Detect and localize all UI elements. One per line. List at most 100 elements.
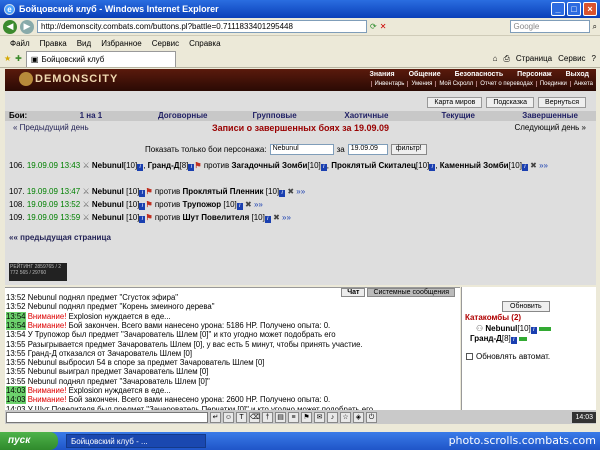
exit-icon[interactable]: ⏻ [366,411,377,423]
battle-log-link[interactable]: »» [282,213,291,222]
next-day-link[interactable]: Следующий день » [514,123,586,132]
start-button[interactable]: пуск [0,432,58,450]
nav-security[interactable]: Безопасность [448,71,511,78]
menu-edit[interactable]: Правка [40,39,67,48]
tab-1v1[interactable]: 1 на 1 [45,111,137,121]
music-icon[interactable]: ♪ [327,411,338,423]
player-name[interactable]: Nebunul [92,187,124,196]
smile-icon[interactable]: ☺ [223,411,234,423]
info-icon[interactable]: i [264,216,271,223]
chat-timestamp[interactable]: 14:03 [6,395,26,405]
send-icon[interactable]: ↵ [210,411,221,423]
refresh-button[interactable]: Обновить [502,301,550,312]
nav-knowledge[interactable]: Знания [362,71,401,78]
search-field[interactable]: Google [509,20,590,33]
star-icon[interactable]: ☆ [340,411,351,423]
player-name[interactable]: Nebunul [92,213,124,222]
chat-timestamp[interactable]: 13:55 [6,349,26,358]
subnav-scroll[interactable]: Мой Скролл [435,81,476,87]
tab-group[interactable]: Групповые [229,111,321,121]
close-icon[interactable]: × [583,2,597,16]
battle-log-link[interactable]: »» [254,200,263,209]
chat-timestamp[interactable]: 13:55 [6,367,26,376]
chat-timestamp[interactable]: 13:55 [6,340,26,349]
member-name[interactable]: Гранд-Д [470,334,502,343]
mail-icon[interactable]: ✉ [314,411,325,423]
taskbar-window[interactable]: Бойцовский клуб - ... [66,434,206,448]
info-icon[interactable]: i [279,190,286,197]
nav-exit[interactable]: Выход [559,71,596,78]
player-name[interactable]: Nebunul [92,161,124,170]
maximize-icon[interactable]: □ [567,2,581,16]
refresh-icon[interactable]: ⟳ [370,22,377,31]
menu-help[interactable]: Справка [189,39,220,48]
info-icon[interactable]: i [521,164,528,171]
menu-tools[interactable]: Сервис [152,39,179,48]
game-logo[interactable]: DEMONSCITY [19,72,118,86]
battle-log-link[interactable]: »» [296,187,305,196]
chat-timestamp[interactable]: 13:52 [6,293,26,302]
scroll-icon[interactable]: ≡ [288,411,299,423]
chat-timestamp[interactable]: 13:52 [6,302,26,311]
home-icon[interactable]: ⌂ [493,54,498,63]
shield-icon[interactable]: ◈ [353,411,364,423]
player-name[interactable]: Гранд-Д [148,161,180,170]
translit-icon[interactable]: T [236,411,247,423]
member-name[interactable]: Nebunul [485,324,517,333]
stop-icon[interactable]: ✕ [380,22,387,31]
prev-page-link[interactable]: «« предыдущая страница [9,233,111,242]
info-icon[interactable]: i [137,164,144,171]
forward-icon[interactable]: ▶ [20,19,34,34]
page-menu[interactable]: Страница [516,54,552,63]
chat-timestamp[interactable]: 13:54 [6,311,26,321]
back-icon[interactable]: ◀ [3,19,17,34]
chat-timestamp[interactable]: 13:55 [6,377,26,386]
chat-timestamp[interactable]: 13:55 [6,358,26,367]
info-icon[interactable]: i [429,164,436,171]
return-button[interactable]: Вернуться [538,97,586,108]
tab-current[interactable]: Текущие [412,111,504,121]
info-icon[interactable]: i [320,164,327,171]
browser-tab[interactable]: ▣ Бойцовский клуб [25,50,176,67]
auto-update-checkbox[interactable] [466,353,473,360]
player-name[interactable]: Nebunul [92,200,124,209]
menu-view[interactable]: Вид [77,39,91,48]
sword-icon[interactable]: † [262,411,273,423]
hint-button[interactable]: Подсказка [486,97,535,108]
nav-social[interactable]: Общение [402,71,448,78]
subnav-inventory[interactable]: Инвентарь [370,81,408,87]
menu-favorites[interactable]: Избранное [101,39,142,48]
chat-timestamp[interactable]: 13:54 [6,320,26,330]
tools-menu[interactable]: Сервис [558,54,585,63]
url-field[interactable]: http://demonscity.combats.com/buttons.pl… [37,20,367,33]
subnav-transfers[interactable]: Отчет о переводах [476,81,536,87]
info-icon[interactable]: i [236,203,243,210]
add-favorites-icon[interactable]: ✚ [15,54,22,63]
menu-file[interactable]: Файл [10,39,30,48]
subnav-battles[interactable]: Поединки [535,81,570,87]
tab-chaotic[interactable]: Хаотичные [320,111,412,121]
info-icon[interactable]: i [530,327,537,334]
nav-character[interactable]: Персонаж [510,71,558,78]
subnav-skills[interactable]: Умения [407,81,435,87]
filter-date-input[interactable]: 19.09.09 [347,144,388,155]
chat-input[interactable] [6,411,208,423]
rating-counter[interactable]: РЕЙТИНГ 2859765 / 2 772 565 / 29760 [9,263,67,281]
battle-log-link[interactable]: »» [539,161,548,170]
minimize-icon[interactable]: _ [551,2,565,16]
world-map-button[interactable]: Карта миров [427,97,483,108]
bag-icon[interactable]: ▤ [275,411,286,423]
subnav-profile[interactable]: Анкета [569,81,596,87]
print-icon[interactable]: ⎙ [503,54,509,64]
search-icon[interactable]: ⌕ [593,22,597,32]
chat-timestamp[interactable]: 14:03 [6,386,26,395]
info-icon[interactable]: i [510,337,517,344]
favorites-star-icon[interactable]: ★ [4,54,11,63]
help-icon[interactable]: ? [592,54,596,63]
clear-icon[interactable]: ⌫ [249,411,260,423]
tab-arranged[interactable]: Договорные [137,111,229,121]
flag-icon[interactable]: ⚑ [301,411,312,423]
filter-name-input[interactable]: Nebunul [269,144,334,155]
chat-timestamp[interactable]: 13:54 [6,330,26,339]
filter-button[interactable]: фильтр! [390,144,427,155]
